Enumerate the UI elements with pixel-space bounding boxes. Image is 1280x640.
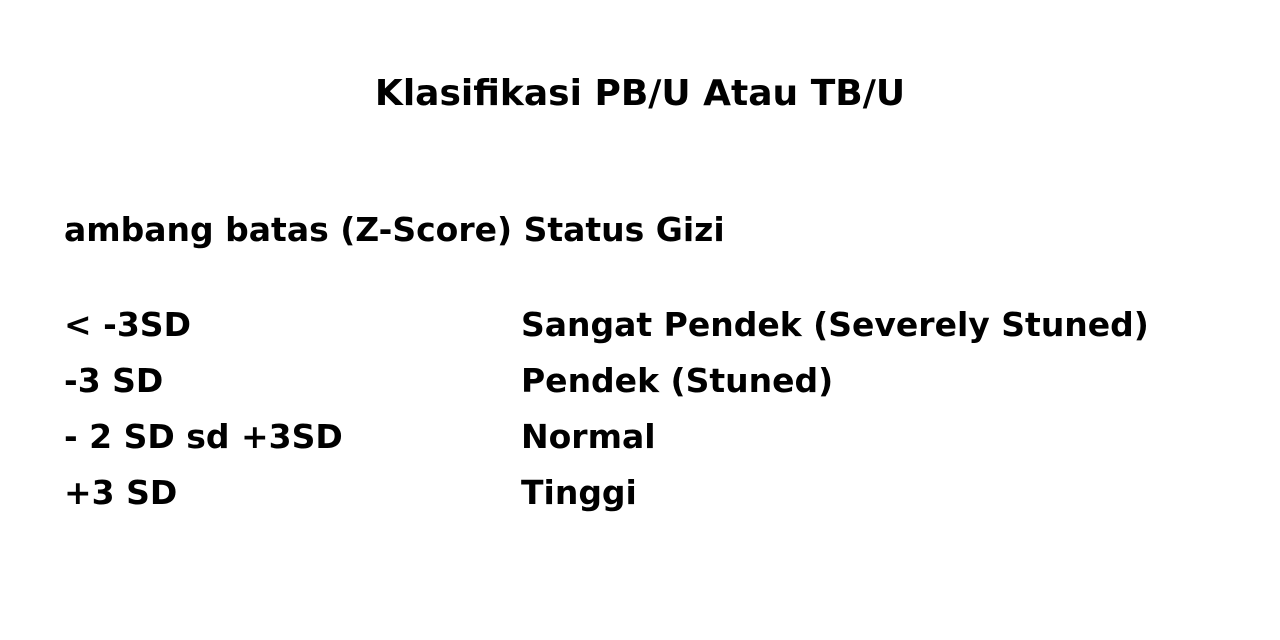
table-row: - 2 SD sd +3SD Normal	[64, 413, 1244, 469]
table-row: +3 SD Tinggi	[64, 469, 1244, 525]
table-row: -3 SD Pendek (Stuned)	[64, 357, 1244, 413]
status-cell: Normal	[521, 417, 656, 456]
page: { "title": "Klasifikasi PB/U Atau TB/U",…	[0, 0, 1280, 640]
threshold-cell: +3 SD	[64, 473, 178, 512]
threshold-cell: -3 SD	[64, 361, 164, 400]
section-heading: ambang batas (Z-Score) Status Gizi	[64, 210, 725, 249]
status-cell: Pendek (Stuned)	[521, 361, 834, 400]
status-cell: Sangat Pendek (Severely Stuned)	[521, 305, 1149, 344]
status-cell: Tinggi	[521, 473, 637, 512]
threshold-cell: < -3SD	[64, 305, 191, 344]
page-title: Klasifikasi PB/U Atau TB/U	[374, 73, 906, 114]
table-row: < -3SD Sangat Pendek (Severely Stuned)	[64, 301, 1244, 357]
classification-table: < -3SD Sangat Pendek (Severely Stuned) -…	[64, 301, 1244, 525]
threshold-cell: - 2 SD sd +3SD	[64, 417, 343, 456]
